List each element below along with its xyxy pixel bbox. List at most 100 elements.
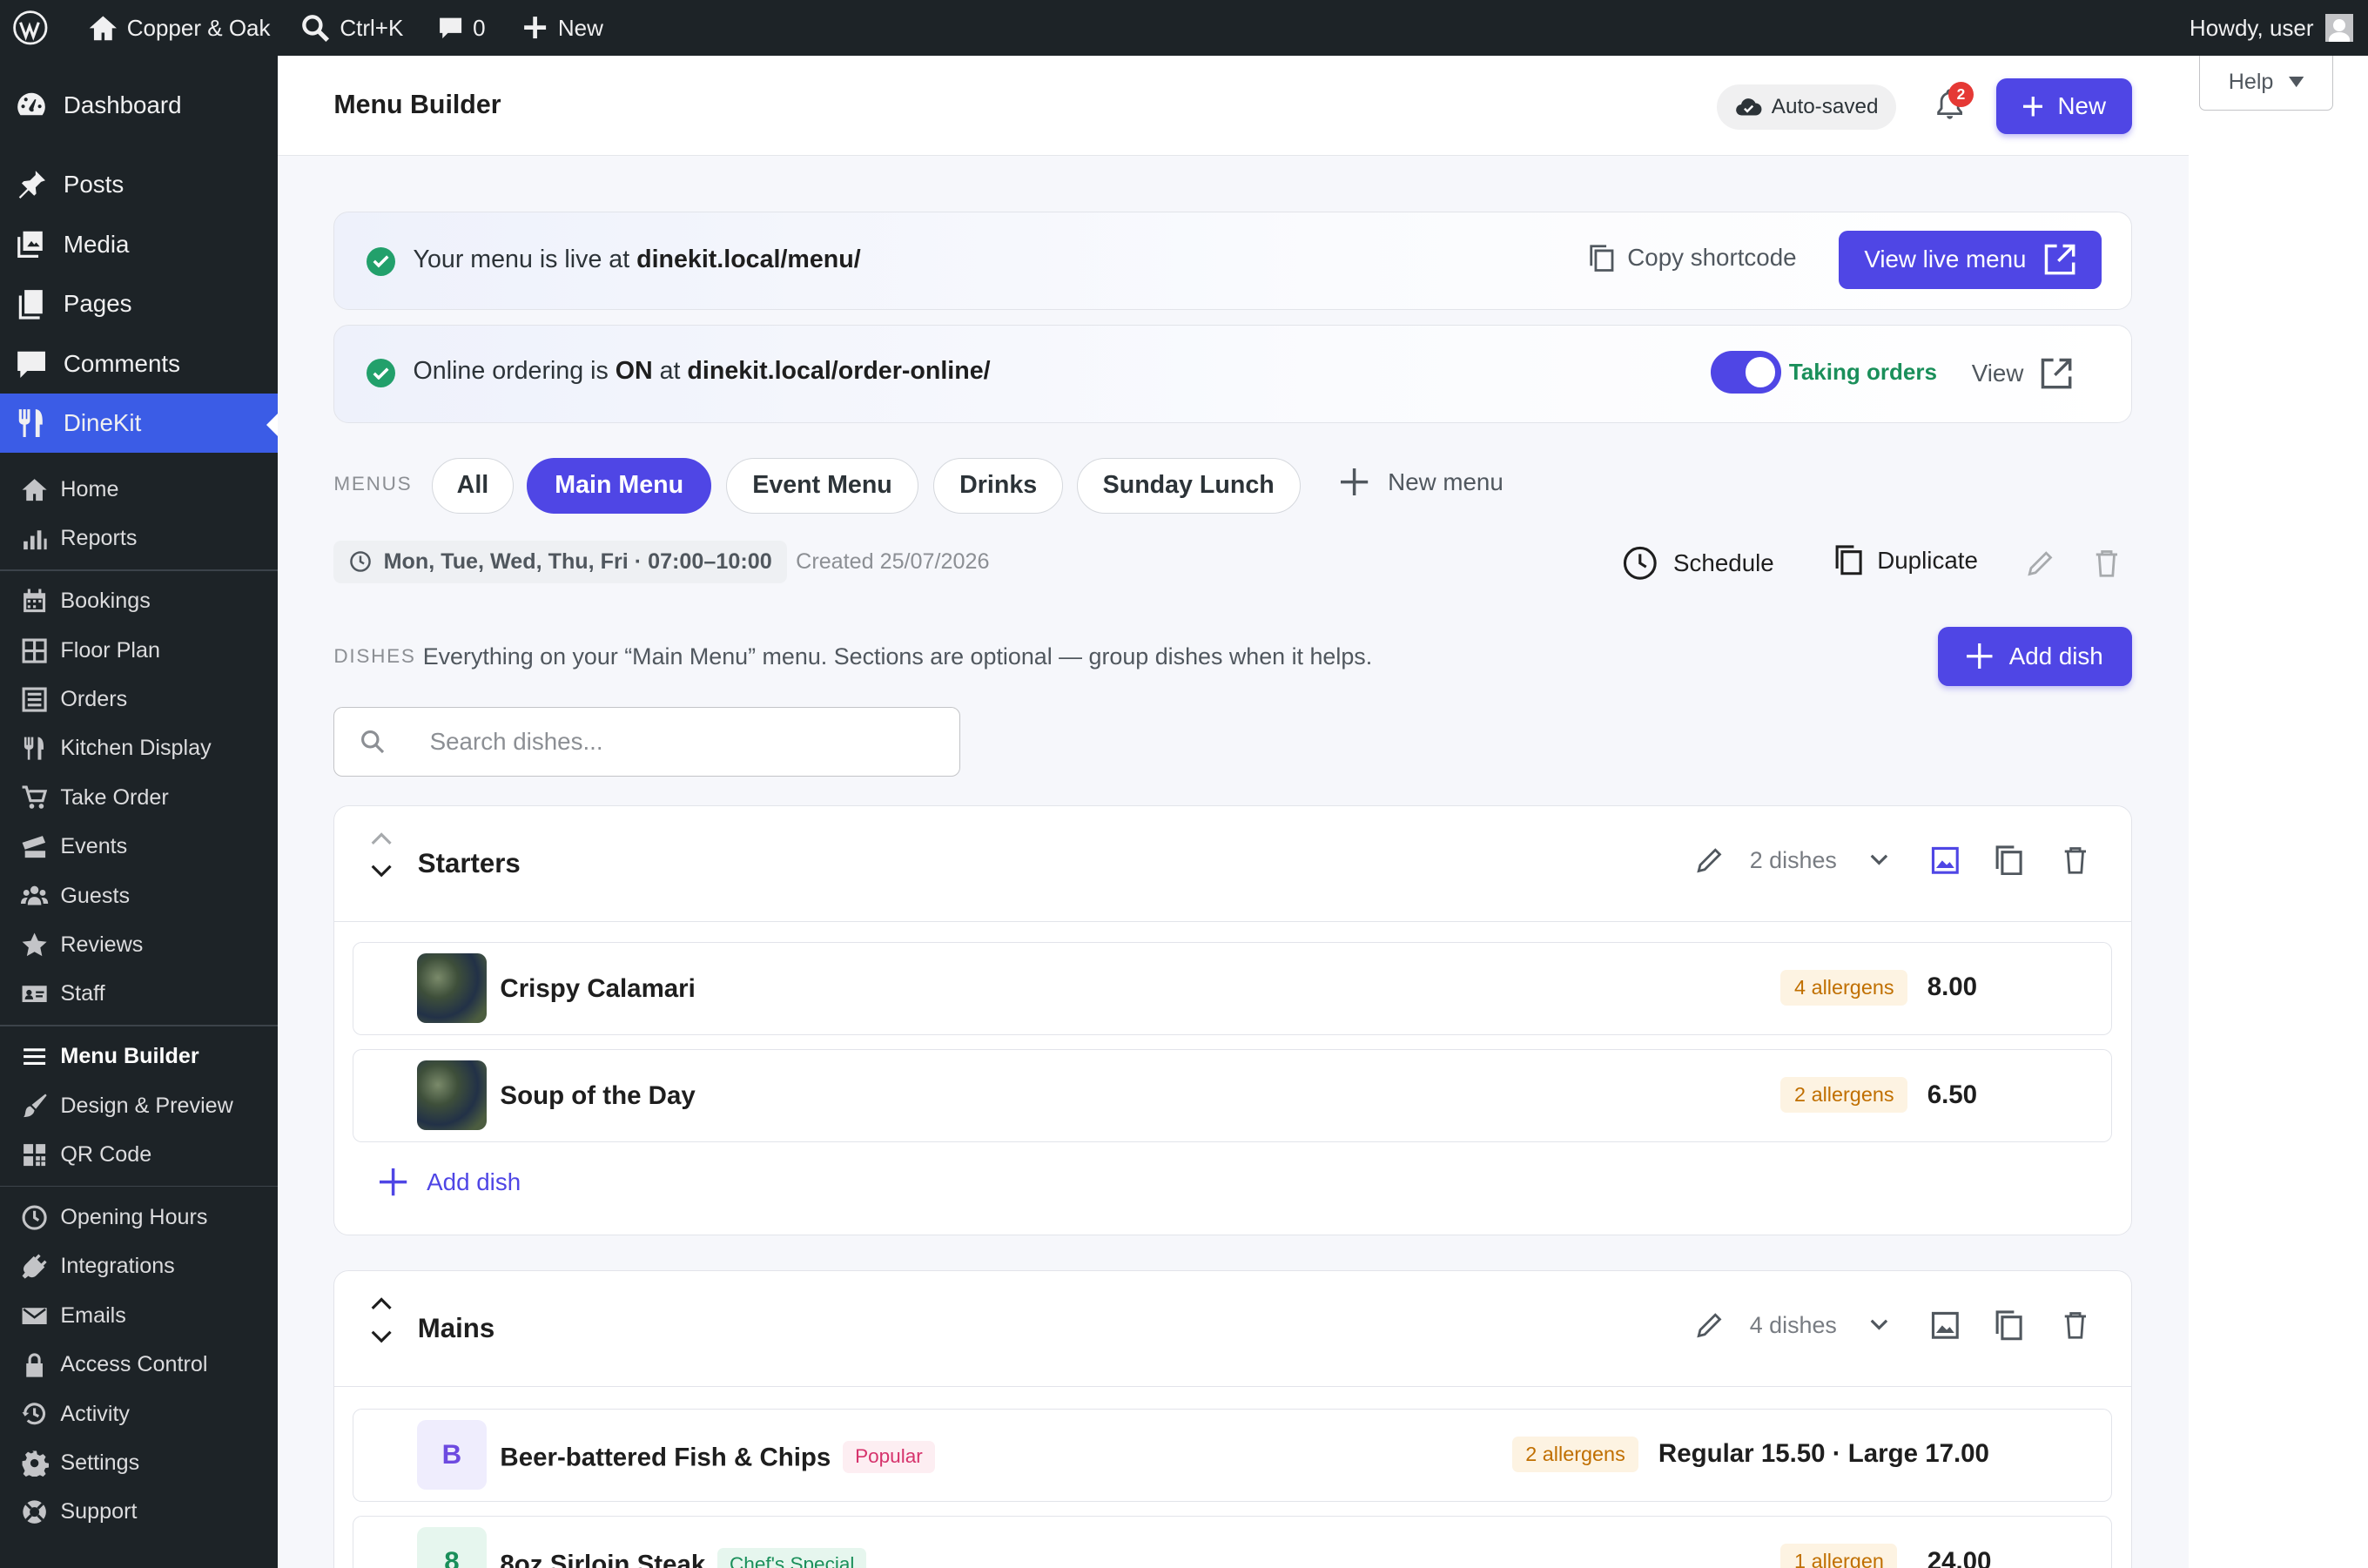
sidebar-item-events[interactable]: Events bbox=[0, 822, 278, 871]
add-dish-button[interactable]: Add dish bbox=[1937, 626, 2133, 686]
search-dishes-input[interactable] bbox=[429, 727, 913, 756]
sidebar-item-reports[interactable]: Reports bbox=[0, 515, 278, 563]
comments-link[interactable]: 0 bbox=[425, 0, 498, 56]
admin-bar: Copper & Oak Ctrl+K 0 New Howdy, user bbox=[0, 0, 2368, 57]
sidebar-item-guests[interactable]: Guests bbox=[0, 871, 278, 920]
sidebar-item-access-control[interactable]: Access Control bbox=[0, 1340, 278, 1389]
sidebar-item-emails[interactable]: Emails bbox=[0, 1291, 278, 1340]
dishes-description: Everything on your “Main Menu” menu. Sec… bbox=[422, 643, 1373, 670]
sidebar-item-dinekit[interactable]: DineKit bbox=[0, 393, 279, 454]
trash-icon[interactable] bbox=[2063, 845, 2088, 876]
dish-price: 8.00 bbox=[1927, 972, 1978, 1002]
pencil-icon[interactable] bbox=[1694, 845, 1725, 876]
new-menu-button[interactable]: New menu bbox=[1341, 468, 1504, 496]
copy-icon[interactable] bbox=[1995, 845, 2022, 876]
section-add-dish-button[interactable]: Add dish bbox=[380, 1168, 521, 1196]
chevron-up-icon[interactable] bbox=[371, 831, 392, 845]
site-name-link[interactable]: Copper & Oak bbox=[76, 0, 283, 56]
plus-icon bbox=[2022, 97, 2043, 117]
howdy-text: Howdy, user bbox=[2189, 14, 2314, 41]
taking-orders-toggle[interactable] bbox=[1710, 351, 1782, 394]
sidebar-item-pages[interactable]: Pages bbox=[0, 274, 278, 334]
live-menu-prefix: Your menu is live at bbox=[413, 246, 637, 273]
search-icon bbox=[360, 730, 384, 753]
sidebar-item-staff[interactable]: Staff bbox=[0, 970, 278, 1019]
sidebar-item-label: Guests bbox=[60, 883, 131, 908]
view-ordering-label: View bbox=[1971, 360, 2024, 387]
brush-icon bbox=[24, 1094, 47, 1117]
view-ordering-link[interactable]: View bbox=[1972, 357, 2074, 390]
schedule-button[interactable]: Schedule bbox=[1622, 545, 1774, 582]
trash-icon[interactable] bbox=[2095, 548, 2119, 579]
tab-sunday-lunch[interactable]: Sunday Lunch bbox=[1076, 457, 1301, 514]
view-live-menu-button[interactable]: View live menu bbox=[1839, 230, 2102, 290]
dish-name-text: Beer-battered Fish & Chips bbox=[500, 1443, 831, 1472]
copy-shortcode-button[interactable]: Copy shortcode bbox=[1590, 244, 1797, 272]
sidebar-item-home[interactable]: Home bbox=[0, 465, 278, 514]
sidebar-item-media[interactable]: Media bbox=[0, 214, 278, 274]
clock-icon bbox=[1623, 547, 1657, 580]
duplicate-button[interactable]: Duplicate bbox=[1835, 545, 1978, 575]
plus-icon bbox=[380, 1168, 407, 1196]
new-content-link[interactable]: New bbox=[509, 0, 615, 56]
cloud-check-icon bbox=[1736, 98, 1762, 116]
sidebar-item-kitchen-display[interactable]: Kitchen Display bbox=[0, 724, 278, 773]
section-title: Mains bbox=[417, 1313, 495, 1344]
chevron-down-icon[interactable] bbox=[1870, 1319, 1888, 1331]
image-icon[interactable] bbox=[1930, 1310, 1961, 1341]
search-dishes-field[interactable] bbox=[333, 706, 961, 777]
tab-event-menu[interactable]: Event Menu bbox=[726, 457, 918, 514]
dish-row[interactable]: Crispy Calamari 4 allergens 8.00 bbox=[353, 941, 2113, 1036]
sidebar-item-label: Emails bbox=[60, 1302, 126, 1328]
sidebar-item-posts[interactable]: Posts bbox=[0, 155, 278, 215]
dish-row[interactable]: 8 8oz Sirloin Steak Chef's Special 1 alle… bbox=[353, 1515, 2113, 1568]
sidebar-item-menu-builder[interactable]: Menu Builder bbox=[0, 1033, 278, 1081]
pencil-icon[interactable] bbox=[1694, 1310, 1725, 1341]
image-icon[interactable] bbox=[1930, 845, 1961, 876]
search-shortcut[interactable]: Ctrl+K bbox=[288, 0, 415, 56]
section-header: Mains 4 dishes bbox=[334, 1271, 2132, 1388]
sidebar-item-settings[interactable]: Settings bbox=[0, 1438, 278, 1487]
copy-icon[interactable] bbox=[1995, 1310, 2022, 1341]
tab-all[interactable]: All bbox=[432, 457, 514, 514]
chevron-down-icon[interactable] bbox=[371, 1330, 392, 1344]
dish-price: 24.00 bbox=[1927, 1546, 1992, 1568]
chevron-down-icon[interactable] bbox=[371, 865, 392, 878]
add-dish-label: Add dish bbox=[427, 1168, 521, 1195]
sidebar-item-label: Opening Hours bbox=[60, 1205, 208, 1229]
sidebar-item-qr-code[interactable]: QR Code bbox=[0, 1130, 278, 1179]
sidebar-item-reviews[interactable]: Reviews bbox=[0, 920, 278, 969]
pages-icon bbox=[19, 290, 44, 320]
tab-main-menu[interactable]: Main Menu bbox=[527, 457, 712, 514]
sidebar-item-orders[interactable]: Orders bbox=[0, 675, 278, 723]
help-button[interactable]: Help bbox=[2198, 56, 2334, 111]
trash-icon[interactable] bbox=[2063, 1310, 2088, 1341]
sidebar-item-comments[interactable]: Comments bbox=[0, 333, 278, 394]
chevron-down-icon[interactable] bbox=[1870, 854, 1888, 866]
section-mains: Mains 4 dishes B Beer-battered Fish & Ch… bbox=[333, 1269, 2133, 1568]
sidebar-item-bookings[interactable]: Bookings bbox=[0, 577, 278, 626]
external-link-icon bbox=[2044, 245, 2075, 275]
sidebar-item-floor-plan[interactable]: Floor Plan bbox=[0, 626, 278, 675]
section-tools: 4 dishes bbox=[1694, 1310, 2088, 1341]
dish-row[interactable]: Soup of the Day 2 allergens 6.50 bbox=[353, 1048, 2113, 1143]
wordpress-logo-icon[interactable] bbox=[0, 0, 60, 56]
search-shortcut-label: Ctrl+K bbox=[340, 14, 404, 41]
dish-row[interactable]: B Beer-battered Fish & Chips Popular 2 al… bbox=[353, 1408, 2113, 1503]
tab-drinks[interactable]: Drinks bbox=[933, 457, 1064, 514]
sidebar-item-opening-hours[interactable]: Opening Hours bbox=[0, 1193, 278, 1242]
main-content: Menu Builder Auto-saved 2 New Your menu … bbox=[278, 56, 2189, 1568]
new-button[interactable]: New bbox=[1996, 78, 2133, 135]
created-date: Created 25/07/2026 bbox=[796, 549, 990, 575]
sidebar-item-support[interactable]: Support bbox=[0, 1488, 278, 1537]
sidebar-item-activity[interactable]: Activity bbox=[0, 1390, 278, 1438]
chevron-up-icon[interactable] bbox=[371, 1296, 392, 1310]
pencil-icon[interactable] bbox=[2025, 548, 2055, 579]
external-link-icon bbox=[2042, 359, 2072, 389]
sidebar-item-dashboard[interactable]: Dashboard bbox=[0, 76, 278, 136]
sidebar-item-integrations[interactable]: Integrations bbox=[0, 1242, 278, 1291]
account-menu[interactable]: Howdy, user bbox=[2190, 0, 2368, 56]
sidebar-item-design-preview[interactable]: Design & Preview bbox=[0, 1081, 278, 1130]
sidebar-item-take-order[interactable]: Take Order bbox=[0, 773, 278, 822]
grid-icon bbox=[22, 638, 47, 663]
